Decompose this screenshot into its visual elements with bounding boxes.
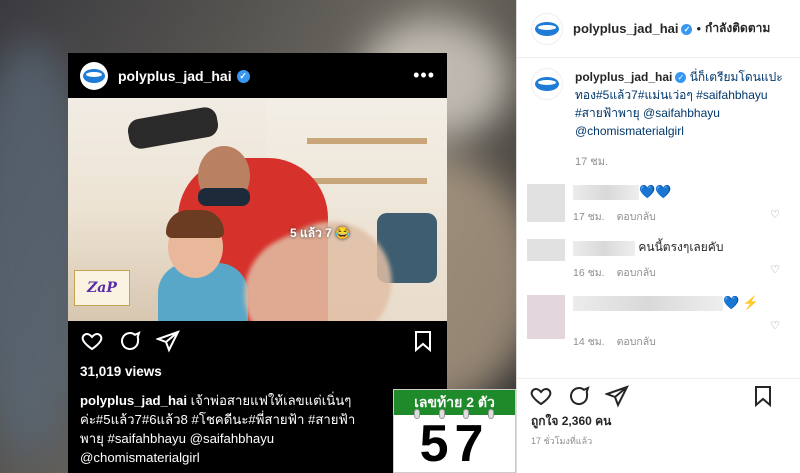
comment-time: 14 ชม. xyxy=(573,335,605,348)
reply-button[interactable]: ตอบกลับ xyxy=(617,211,656,223)
post-caption: polyplus_jad_hai ✓ นี่ก็เตรียมโดนแปะทอง#5… xyxy=(531,68,786,140)
comment-avatar[interactable] xyxy=(527,294,565,339)
comment-icon[interactable] xyxy=(567,384,591,408)
comment-meta: 16 ชม. ตอบกลับ xyxy=(573,264,786,281)
zap-logo: ZaP xyxy=(74,270,130,306)
comment-item: 💙 ⚡ 14 ชม. ตอบกลับ ♡ xyxy=(527,294,786,350)
reply-button[interactable]: ตอบกลับ xyxy=(617,267,656,279)
comment-like-icon[interactable]: ♡ xyxy=(770,208,780,221)
embedded-post-header: polyplus_jad_hai ✓ ••• xyxy=(68,53,447,98)
lotto-number: 57 xyxy=(419,415,490,473)
blurred-username[interactable] xyxy=(573,295,723,311)
comment-text: คนนี้ตรงๆเลยคับ xyxy=(573,239,786,256)
face-mask xyxy=(198,188,250,206)
bookmark-icon[interactable] xyxy=(751,384,775,408)
comment-meta: 17 ชม. ตอบกลับ xyxy=(573,208,786,225)
share-icon[interactable] xyxy=(605,384,629,408)
embedded-username[interactable]: polyplus_jad_hai ✓ xyxy=(118,68,250,84)
comment-avatar[interactable] xyxy=(527,184,565,222)
embedded-caption: polyplus_jad_hai เจ้าพ่อสายแฟให้เลขแต่เน… xyxy=(68,385,368,467)
shelf-board xyxy=(307,178,427,184)
verified-badge-icon: ✓ xyxy=(681,24,693,36)
caption-username[interactable]: polyplus_jad_hai xyxy=(80,393,187,408)
comment-time: 17 ชม. xyxy=(573,211,605,224)
child-hair xyxy=(166,210,224,238)
bookmark-icon[interactable] xyxy=(411,329,435,353)
verified-badge-icon: ✓ xyxy=(236,70,250,84)
hair-dryer xyxy=(126,105,220,151)
embedded-post-card: polyplus_jad_hai ✓ ••• 5 แล้ว 7 😂 ZaP 31,… xyxy=(68,53,447,473)
calendar-rings xyxy=(414,409,494,419)
comment-item: คนนี้ตรงๆเลยคับ 16 ชม. ตอบกลับ ♡ xyxy=(527,239,786,280)
header-avatar[interactable] xyxy=(531,12,563,45)
caption-time: 17 ชม. xyxy=(575,156,609,168)
heart-icon[interactable] xyxy=(80,329,104,353)
comment-time: 16 ชม. xyxy=(573,266,605,279)
comment-body: 💙 ⚡ 14 ชม. ตอบกลับ xyxy=(573,295,786,350)
post-photo[interactable]: 5 แล้ว 7 😂 ZaP xyxy=(68,98,447,321)
caption-avatar[interactable] xyxy=(531,68,563,100)
comment-text: 💙💙 xyxy=(573,184,786,201)
comment-like-icon[interactable]: ♡ xyxy=(770,319,780,332)
share-icon[interactable] xyxy=(156,329,180,353)
comment-body: 💙💙 17 ชม. ตอบกลับ xyxy=(573,184,786,225)
comments-area: polyplus_jad_hai ✓ นี่ก็เตรียมโดนแปะทอง#5… xyxy=(517,58,800,383)
blurred-username[interactable] xyxy=(573,185,639,201)
post-action-bar xyxy=(517,378,800,412)
post-header: polyplus_jad_hai ✓ • กำลังติดตาม xyxy=(517,0,800,58)
comment-text: 💙 ⚡ xyxy=(573,295,786,311)
embedded-avatar[interactable] xyxy=(80,61,108,90)
post-timestamp: 17 ชั่วโมงที่แล้ว xyxy=(531,436,593,446)
polyplus-logo-icon xyxy=(83,68,105,83)
embedded-action-bar xyxy=(68,321,447,361)
polyplus-logo-icon xyxy=(535,77,559,91)
shelf-board xyxy=(307,138,427,144)
comment-like-icon[interactable]: ♡ xyxy=(770,263,780,276)
reply-button[interactable]: ตอบกลับ xyxy=(617,336,656,348)
comment-meta: 14 ชม. ตอบกลับ xyxy=(573,333,786,350)
comment-avatar[interactable] xyxy=(527,239,565,262)
post-detail-panel: polyplus_jad_hai ✓ • กำลังติดตาม polyplus… xyxy=(516,0,800,473)
blurred-username[interactable] xyxy=(573,240,635,256)
video-sticker-text: 5 แล้ว 7 😂 xyxy=(290,226,351,240)
following-button[interactable]: กำลังติดตาม xyxy=(705,19,770,38)
more-options-icon[interactable]: ••• xyxy=(413,65,435,86)
like-count[interactable]: ถูกใจ 2,360 คน xyxy=(531,412,611,431)
comment-body: คนนี้ตรงๆเลยคับ 16 ชม. ตอบกลับ xyxy=(573,239,786,280)
comment-icon[interactable] xyxy=(118,329,142,353)
verified-badge-icon: ✓ xyxy=(675,72,687,84)
caption-username[interactable]: polyplus_jad_hai xyxy=(575,70,672,84)
caption-body: polyplus_jad_hai ✓ นี่ก็เตรียมโดนแปะทอง#5… xyxy=(575,68,786,140)
header-username[interactable]: polyplus_jad_hai ✓ xyxy=(573,21,693,36)
view-count: 31,019 views xyxy=(80,364,162,379)
polyplus-logo-icon xyxy=(535,21,559,36)
lotto-number-badge: เลขท้าย 2 ตัว 57 xyxy=(393,389,516,473)
separator-dot: • xyxy=(696,21,702,36)
comment-item: 💙💙 17 ชม. ตอบกลับ ♡ xyxy=(527,184,786,225)
heart-icon[interactable] xyxy=(529,384,553,408)
